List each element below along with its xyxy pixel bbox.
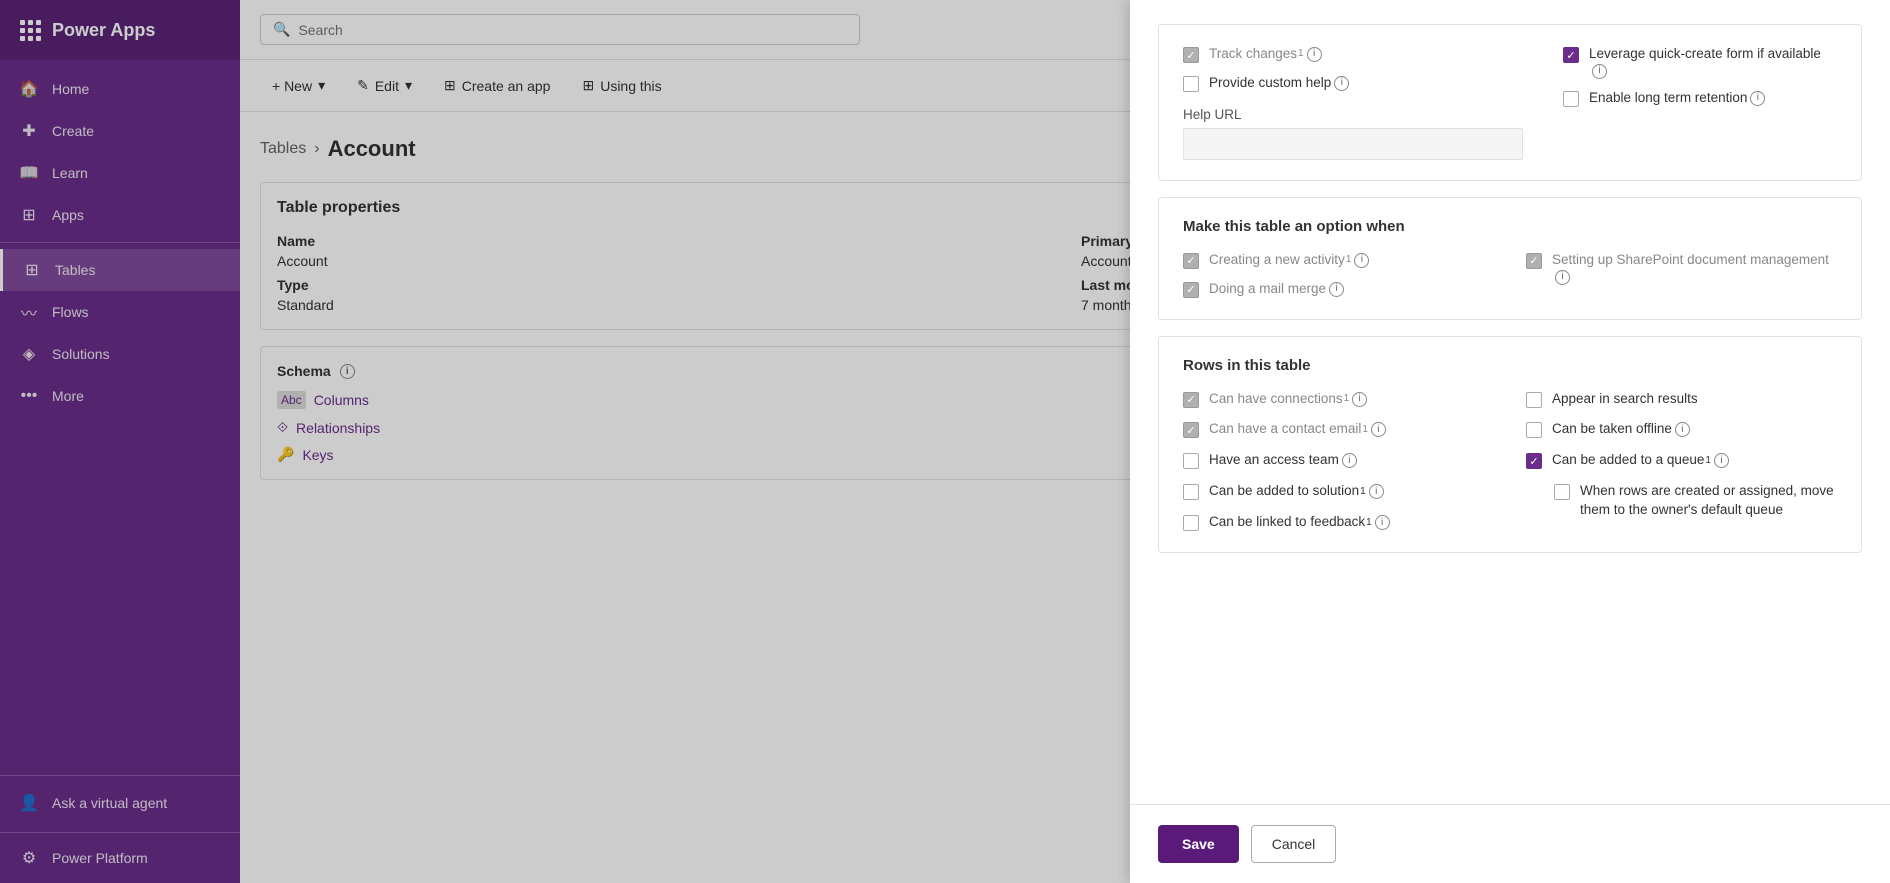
activity-check-grid: Creating a new activity 1 i Doing a mail… — [1183, 251, 1837, 299]
rows-check-grid: Can have connections 1 i Can have a cont… — [1183, 390, 1837, 532]
access-team-info[interactable]: i — [1342, 453, 1357, 468]
leverage-quick-create-checkbox[interactable] — [1563, 47, 1579, 63]
linked-feedback-row: Can be linked to feedback 1 i — [1183, 513, 1494, 532]
connections-row: Can have connections 1 i — [1183, 390, 1494, 409]
leverage-quick-create-info[interactable]: i — [1592, 64, 1607, 79]
provide-custom-help-row: Provide custom help i — [1183, 74, 1523, 93]
appear-search-row: Appear in search results — [1526, 390, 1837, 409]
enable-long-term-info[interactable]: i — [1750, 91, 1765, 106]
enable-long-term-label-wrap: Enable long term retention i — [1589, 89, 1765, 108]
track-changes-checkbox[interactable] — [1183, 47, 1199, 63]
access-team-label: Have an access team i — [1209, 451, 1357, 470]
appear-search-label: Appear in search results — [1552, 390, 1698, 409]
added-solution-row: Can be added to solution 1 i — [1183, 482, 1494, 501]
connections-label: Can have connections 1 i — [1209, 390, 1367, 409]
provide-custom-help-label: Provide custom help i — [1209, 74, 1349, 93]
owner-default-queue-row: When rows are created or assigned, move … — [1554, 482, 1837, 520]
help-url-label: Help URL — [1183, 107, 1523, 122]
leverage-quick-create-label: Leverage quick-create form if available … — [1589, 45, 1837, 79]
panel-content: Track changes 1 i Provide cu — [1130, 0, 1890, 804]
linked-feedback-label: Can be linked to feedback 1 i — [1209, 513, 1390, 532]
leverage-quick-create-row: Leverage quick-create form if available … — [1563, 45, 1837, 79]
added-solution-label: Can be added to solution 1 i — [1209, 482, 1384, 501]
sharepoint-info[interactable]: i — [1555, 270, 1570, 285]
contact-email-row: Can have a contact email 1 i — [1183, 420, 1494, 439]
provide-custom-help-info[interactable]: i — [1334, 76, 1349, 91]
save-button[interactable]: Save — [1158, 825, 1239, 863]
doing-mail-merge-label: Doing a mail merge i — [1209, 280, 1344, 299]
provide-custom-help-label-wrap: Provide custom help i — [1209, 74, 1349, 93]
activity-left: Creating a new activity 1 i Doing a mail… — [1183, 251, 1494, 299]
help-url-input[interactable] — [1183, 128, 1523, 160]
linked-feedback-info[interactable]: i — [1375, 515, 1390, 530]
panel-overlay: Track changes 1 i Provide cu — [0, 0, 1890, 883]
owner-default-queue-checkbox[interactable] — [1554, 484, 1570, 500]
rows-section-title: Rows in this table — [1183, 357, 1837, 374]
connections-info[interactable]: i — [1352, 392, 1367, 407]
help-url-group: Help URL — [1183, 107, 1523, 160]
doing-mail-merge-row: Doing a mail merge i — [1183, 280, 1494, 299]
rows-right-col: Appear in search results Can be taken of… — [1526, 390, 1837, 532]
contact-email-checkbox[interactable] — [1183, 422, 1199, 438]
track-changes-label-wrap: Track changes 1 i — [1209, 45, 1322, 64]
panel: Track changes 1 i Provide cu — [1130, 0, 1890, 883]
track-changes-info[interactable]: i — [1307, 47, 1322, 62]
setting-up-sharepoint-checkbox[interactable] — [1526, 253, 1542, 269]
access-team-checkbox[interactable] — [1183, 453, 1199, 469]
activity-section-title: Make this table an option when — [1183, 218, 1837, 235]
contact-email-info[interactable]: i — [1371, 422, 1386, 437]
mail-merge-info[interactable]: i — [1329, 282, 1344, 297]
connections-checkbox[interactable] — [1183, 392, 1199, 408]
setting-up-sharepoint-label: Setting up SharePoint document managemen… — [1552, 251, 1837, 285]
enable-long-term-label: Enable long term retention i — [1589, 89, 1765, 108]
added-solution-checkbox[interactable] — [1183, 484, 1199, 500]
taken-offline-row: Can be taken offline i — [1526, 420, 1837, 439]
cancel-button[interactable]: Cancel — [1251, 825, 1337, 863]
taken-offline-info[interactable]: i — [1675, 422, 1690, 437]
owner-default-queue-label: When rows are created or assigned, move … — [1580, 482, 1837, 520]
creating-new-activity-checkbox[interactable] — [1183, 253, 1199, 269]
added-queue-checkbox[interactable] — [1526, 453, 1542, 469]
rows-section: Rows in this table Can have connections … — [1158, 336, 1862, 553]
added-queue-row: Can be added to a queue 1 i — [1526, 451, 1837, 470]
top-right-col: Leverage quick-create form if available … — [1563, 45, 1837, 160]
rows-left-col: Can have connections 1 i Can have a cont… — [1183, 390, 1494, 532]
top-checks-grid: Track changes 1 i Provide cu — [1183, 45, 1837, 160]
leverage-quick-create-label-wrap: Leverage quick-create form if available … — [1589, 45, 1837, 79]
enable-long-term-checkbox[interactable] — [1563, 91, 1579, 107]
linked-feedback-checkbox[interactable] — [1183, 515, 1199, 531]
top-left-col: Track changes 1 i Provide cu — [1183, 45, 1523, 160]
creating-activity-info[interactable]: i — [1354, 253, 1369, 268]
provide-custom-help-checkbox[interactable] — [1183, 76, 1199, 92]
activity-right: Setting up SharePoint document managemen… — [1526, 251, 1837, 299]
track-changes-label: Track changes 1 i — [1209, 45, 1322, 64]
creating-new-activity-row: Creating a new activity 1 i — [1183, 251, 1494, 270]
doing-mail-merge-checkbox[interactable] — [1183, 282, 1199, 298]
taken-offline-checkbox[interactable] — [1526, 422, 1542, 438]
track-changes-row: Track changes 1 i — [1183, 45, 1523, 64]
added-solution-info[interactable]: i — [1369, 484, 1384, 499]
enable-long-term-row: Enable long term retention i — [1563, 89, 1837, 108]
taken-offline-label: Can be taken offline i — [1552, 420, 1690, 439]
creating-new-activity-label: Creating a new activity 1 i — [1209, 251, 1369, 270]
appear-search-checkbox[interactable] — [1526, 392, 1542, 408]
added-queue-label: Can be added to a queue 1 i — [1552, 451, 1729, 470]
setting-up-sharepoint-row: Setting up SharePoint document managemen… — [1526, 251, 1837, 285]
top-checks-section: Track changes 1 i Provide cu — [1158, 24, 1862, 181]
contact-email-label: Can have a contact email 1 i — [1209, 420, 1386, 439]
panel-footer: Save Cancel — [1130, 804, 1890, 883]
added-queue-info[interactable]: i — [1714, 453, 1729, 468]
activity-section: Make this table an option when Creating … — [1158, 197, 1862, 320]
access-team-row: Have an access team i — [1183, 451, 1494, 470]
